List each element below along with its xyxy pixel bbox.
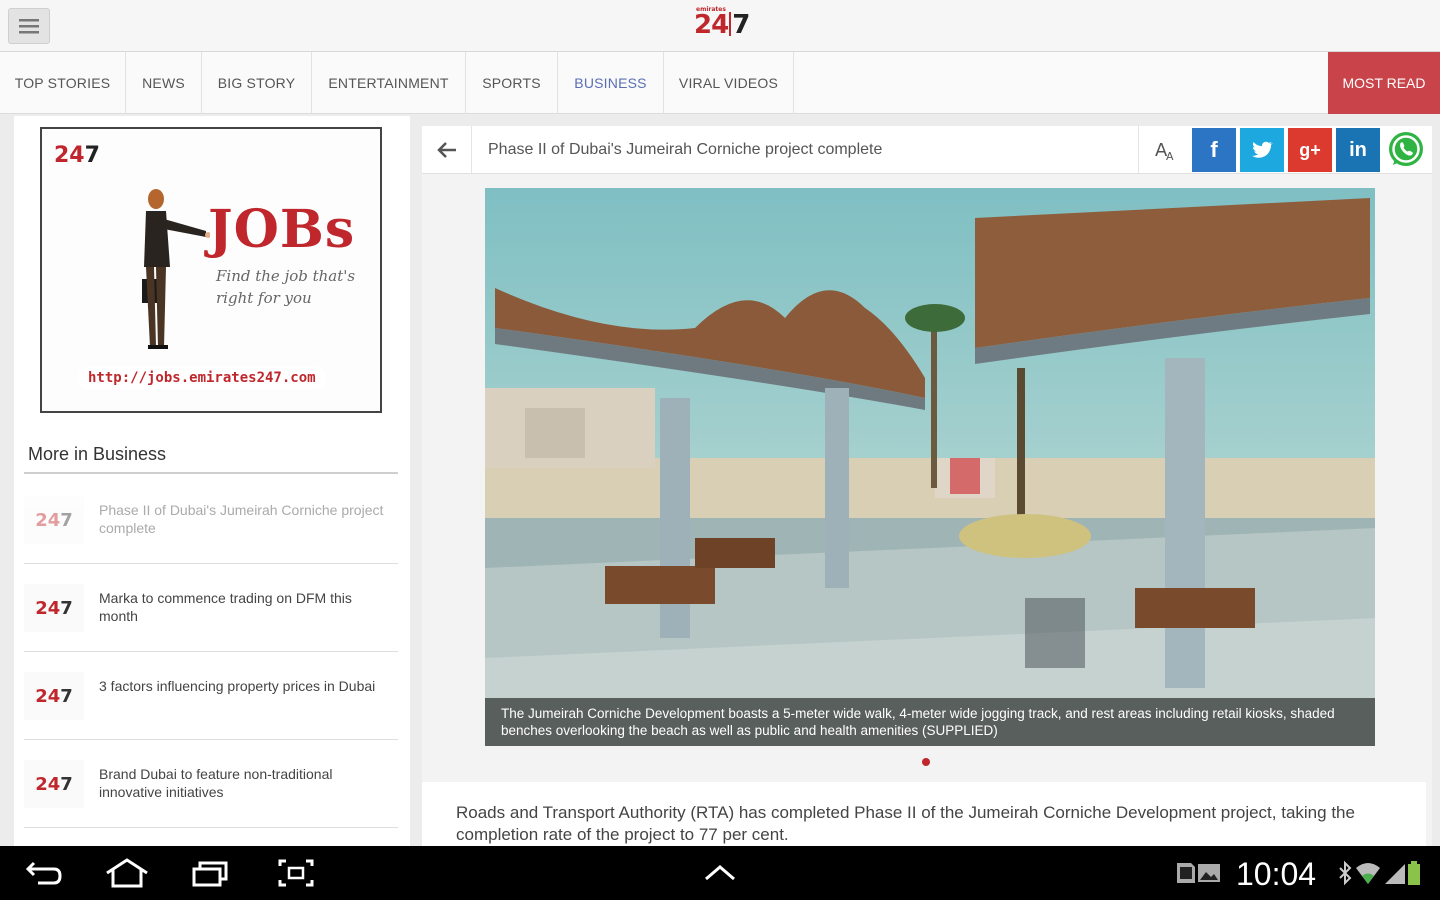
chevron-up-icon xyxy=(705,865,735,881)
googleplus-share-button[interactable]: g+ xyxy=(1288,128,1332,172)
more-in-section-title: More in Business xyxy=(28,444,167,464)
bluetooth-icon xyxy=(1339,860,1352,886)
signal-icon xyxy=(1385,864,1405,884)
tab-entertainment[interactable]: ENTERTAINMENT xyxy=(312,52,466,114)
facebook-share-button[interactable]: f xyxy=(1192,128,1236,172)
list-item-title: Phase II of Dubai's Jumeirah Corniche pr… xyxy=(99,502,384,536)
article-toolbar: Phase II of Dubai's Jumeirah Corniche pr… xyxy=(422,126,1432,174)
back-button[interactable] xyxy=(422,126,472,174)
twitter-icon xyxy=(1252,141,1273,158)
article-thumbnail: 24 7 xyxy=(24,760,84,808)
article-photo[interactable]: The Jumeirah Corniche Development boasts… xyxy=(485,188,1375,746)
tab-top-stories[interactable]: TOP STORIES xyxy=(0,52,126,114)
status-clock: 10:04 xyxy=(1236,856,1317,892)
whatsapp-share-button[interactable] xyxy=(1384,128,1428,172)
list-item[interactable]: 24 7 Marka to commence trading on DFM thi… xyxy=(24,564,398,652)
svg-text:A: A xyxy=(1166,150,1174,162)
wifi-icon xyxy=(1356,863,1380,884)
list-item-title: Marka to commence trading on DFM this mo… xyxy=(99,590,352,624)
system-home-button[interactable] xyxy=(102,856,152,890)
tab-news[interactable]: NEWS xyxy=(126,52,202,114)
article-thumbnail: 24 7 xyxy=(24,672,84,720)
article-thumbnail: 24 7 xyxy=(24,496,84,544)
related-articles-list: 24 7 Phase II of Dubai's Jumeirah Cornich… xyxy=(24,476,398,828)
logo-number-right: 7 xyxy=(732,10,750,40)
logo-number-left: 24 xyxy=(694,10,729,40)
twitter-share-button[interactable] xyxy=(1240,128,1284,172)
menu-button[interactable] xyxy=(8,8,50,44)
tab-business[interactable]: BUSINESS xyxy=(558,52,664,114)
linkedin-share-button[interactable]: in xyxy=(1336,128,1380,172)
tab-viral-videos[interactable]: VIRAL VIDEOS xyxy=(664,52,794,114)
back-arrow-icon xyxy=(436,142,456,158)
ad-logo-right: 7 xyxy=(84,143,100,168)
googleplus-icon: g+ xyxy=(1299,139,1321,160)
ad-url[interactable]: http://jobs.emirates247.com xyxy=(78,367,326,389)
section-divider xyxy=(24,472,398,474)
list-item-title: Brand Dubai to feature non-traditional i… xyxy=(99,766,333,800)
recents-icon xyxy=(192,861,228,887)
font-size-button[interactable]: AA xyxy=(1138,126,1192,174)
facebook-icon: f xyxy=(1210,137,1218,162)
system-back-button[interactable] xyxy=(22,856,66,890)
home-icon xyxy=(106,858,148,888)
linkedin-icon: in xyxy=(1349,138,1367,161)
sd-card-icon xyxy=(1177,863,1195,883)
whatsapp-icon xyxy=(1389,132,1423,166)
article-title: Phase II of Dubai's Jumeirah Corniche pr… xyxy=(488,141,883,158)
ad-tagline: Find the job that's right for you xyxy=(216,267,356,307)
list-item[interactable]: 24 7 Phase II of Dubai's Jumeirah Cornich… xyxy=(24,476,398,564)
article-thumbnail: 24 7 xyxy=(24,584,84,632)
notification-icons xyxy=(1172,856,1224,890)
ad-logo-left: 24 xyxy=(54,143,85,168)
carousel-indicator[interactable] xyxy=(922,758,930,766)
status-icons xyxy=(1324,856,1434,890)
businesswoman-illustration xyxy=(142,189,210,349)
ad-logo: 247 xyxy=(54,143,100,168)
app-logo[interactable]: emirates 24 7 xyxy=(694,6,750,40)
app-drawer-button[interactable] xyxy=(700,856,740,890)
screenshot-button[interactable] xyxy=(274,856,318,890)
list-item-title: 3 factors influencing property prices in… xyxy=(99,678,376,694)
tab-sports[interactable]: SPORTS xyxy=(466,52,558,114)
most-read-button[interactable]: MOST READ xyxy=(1328,52,1440,114)
corniche-photo xyxy=(485,188,1375,746)
list-item[interactable]: 24 7 Brand Dubai to feature non-tradition… xyxy=(24,740,398,828)
logo-subtext: emirates xyxy=(696,6,726,13)
app-header: emirates 24 7 xyxy=(0,0,1440,52)
photo-caption: The Jumeirah Corniche Development boasts… xyxy=(485,698,1375,746)
font-size-icon: AA xyxy=(1155,140,1174,162)
article-view: Phase II of Dubai's Jumeirah Corniche pr… xyxy=(422,126,1432,846)
screenshot-icon xyxy=(278,859,314,887)
system-nav-bar: 10:04 xyxy=(0,846,1440,900)
battery-icon xyxy=(1408,861,1420,885)
back-icon xyxy=(25,861,62,885)
ad-headline: JOBs xyxy=(208,199,356,260)
sidebar: 247 JOBs Find the job that's right for y… xyxy=(14,116,410,846)
tab-big-story[interactable]: BIG STORY xyxy=(202,52,312,114)
hamburger-icon xyxy=(19,19,39,34)
jobs-ad-banner[interactable]: 247 JOBs Find the job that's right for y… xyxy=(40,127,382,413)
article-body-text: Roads and Transport Authority (RTA) has … xyxy=(456,803,1355,844)
article-body: Roads and Transport Authority (RTA) has … xyxy=(422,782,1426,846)
list-item[interactable]: 24 7 3 factors influencing property price… xyxy=(24,652,398,740)
gallery-icon xyxy=(1198,864,1220,882)
system-recents-button[interactable] xyxy=(188,856,232,890)
section-tabs: TOP STORIES NEWS BIG STORY ENTERTAINMENT… xyxy=(0,52,1440,114)
